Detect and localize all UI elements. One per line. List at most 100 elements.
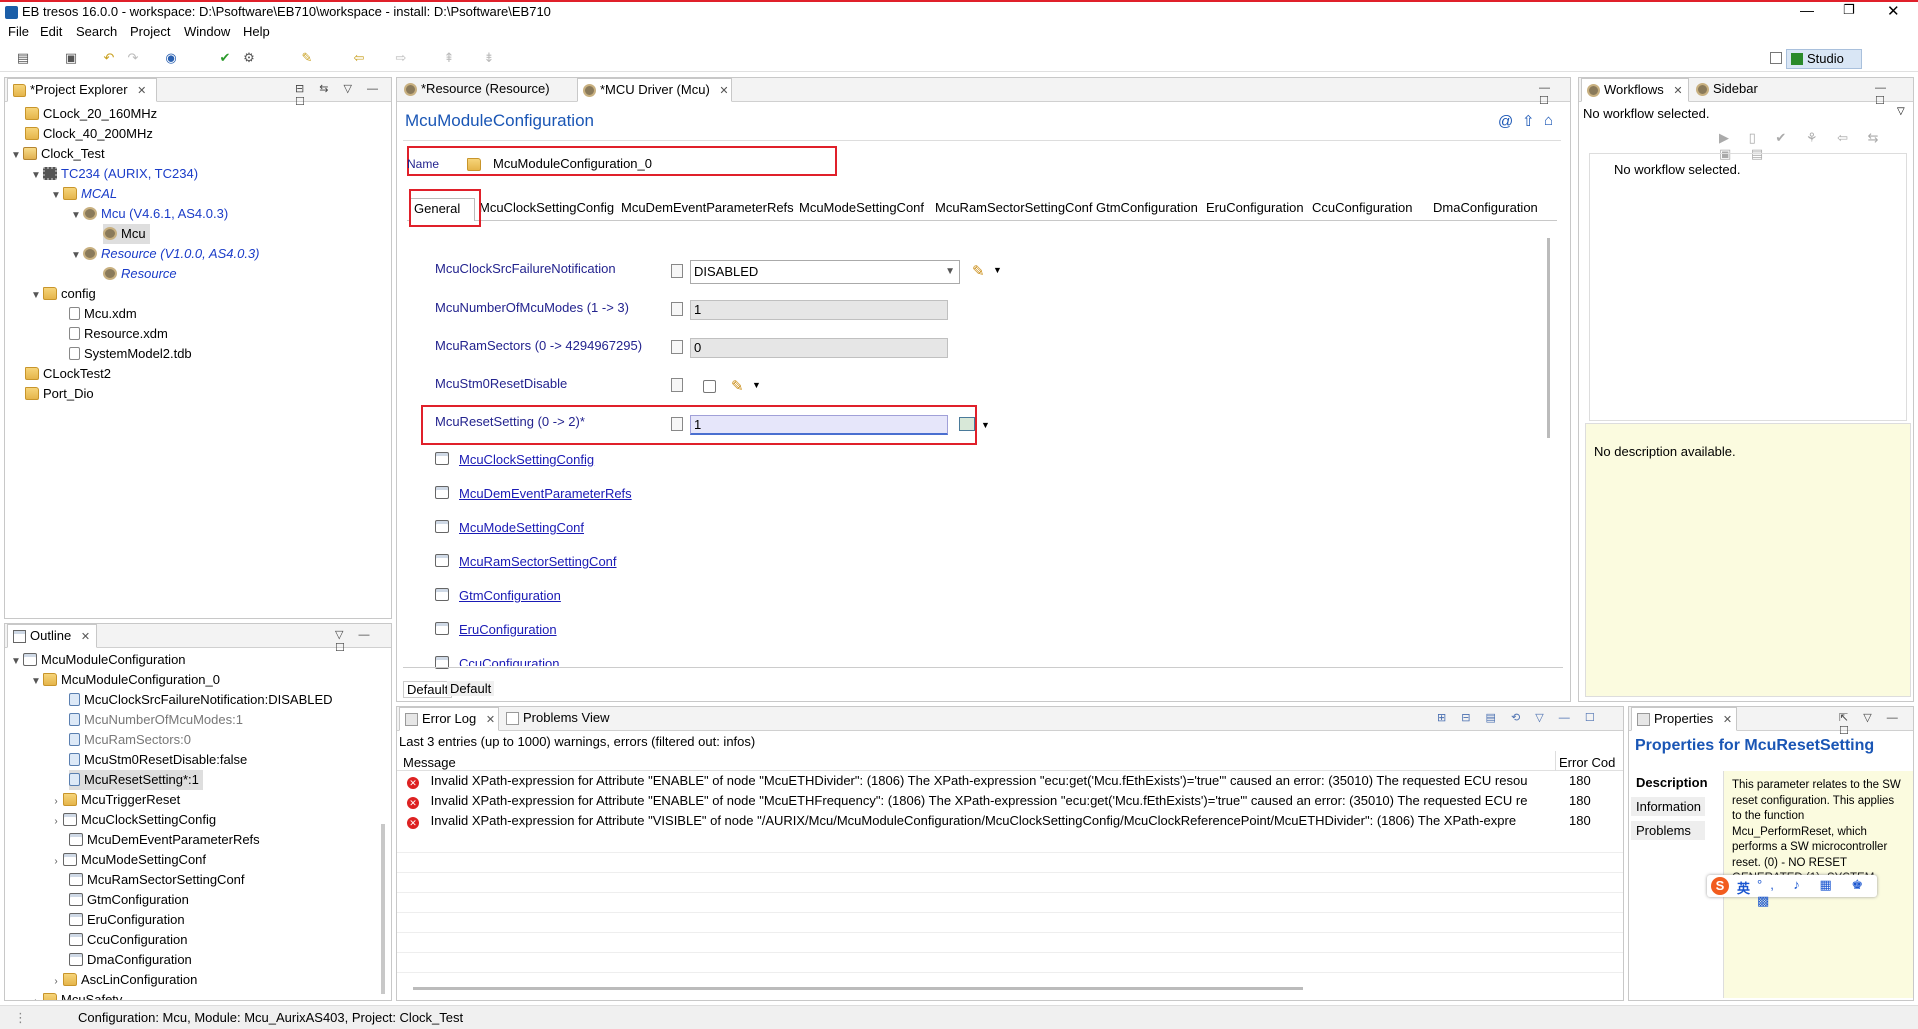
tab-resource[interactable]: *Resource (Resource) (399, 78, 574, 102)
menu-project[interactable]: Project (130, 24, 170, 39)
outline-item[interactable]: › McuSafety (29, 990, 122, 1000)
close-tab-icon[interactable]: ✕ (1673, 85, 1682, 97)
expand-icon[interactable]: › (49, 972, 63, 992)
reset-setting-input[interactable]: 1 (690, 415, 948, 435)
link-eru[interactable]: EruConfiguration (459, 622, 557, 637)
outline-item[interactable]: › McuClockSettingConfig (49, 810, 216, 830)
close-tab-icon[interactable]: ✕ (719, 85, 728, 97)
expand-icon[interactable]: ▼ (29, 166, 43, 186)
generate-icon[interactable]: ✔ (216, 49, 234, 67)
outline-item[interactable]: McuNumberOfMcuModes:1 (69, 710, 243, 730)
close-tab-icon[interactable]: ✕ (137, 85, 146, 97)
expand-icon[interactable]: ▼ (9, 652, 23, 672)
link-gtm[interactable]: GtmConfiguration (459, 588, 561, 603)
tree-item[interactable]: ▼ TC234 (AURIX, TC234) (29, 164, 198, 184)
tree-item[interactable]: ▼ Clock_Test (9, 144, 105, 164)
globe-icon[interactable]: ◉ (162, 49, 180, 67)
pencil-icon[interactable]: ✎ (972, 262, 985, 280)
tree-item[interactable]: Mcu.xdm (69, 304, 137, 324)
tree-item[interactable]: CLockTest2 (25, 364, 111, 384)
editor-scrollbar[interactable] (1547, 238, 1550, 438)
back-icon[interactable]: ⇦ (350, 49, 368, 67)
tree-item[interactable]: Clock_40_200MHz (25, 124, 153, 144)
log-row[interactable]: ✕ Invalid XPath-expression for Attribute… (407, 793, 1617, 809)
tree-item[interactable]: ▼ Resource (V1.0.0, AS4.0.3) (69, 244, 259, 266)
maximize-icon[interactable]: ❐ (1843, 2, 1855, 18)
ime-tools-icon[interactable]: °, ♪ ▦ ♚ ▩ (1757, 877, 1877, 909)
tree-item[interactable]: CLock_20_160MHz (25, 104, 157, 124)
log-row[interactable]: ✕ Invalid XPath-expression for Attribute… (407, 773, 1617, 789)
menu-search[interactable]: Search (76, 24, 117, 39)
close-tab-icon[interactable]: ✕ (1723, 714, 1732, 726)
redo-icon[interactable]: ↷ (124, 49, 142, 67)
expand-icon[interactable]: ▼ (29, 286, 43, 306)
pencil-icon[interactable]: ✎ (731, 377, 744, 395)
tree-item[interactable]: Resource.xdm (69, 324, 168, 344)
tab-outline[interactable]: Outline ✕ (7, 624, 97, 648)
wand-icon[interactable]: ✎ (298, 49, 316, 67)
link-dem-event[interactable]: McuDemEventParameterRefs (459, 486, 632, 501)
tree-item[interactable]: ▼ Mcu (V4.6.1, AS4.0.3) (69, 204, 228, 224)
log-toolbar-icons[interactable]: ⊞ ⊟ ▤ ⟲ ▽ — ☐ (1437, 711, 1601, 724)
outline-item[interactable]: › AscLinConfiguration (49, 970, 197, 990)
outline-item[interactable]: DmaConfiguration (69, 950, 192, 970)
undo-icon[interactable]: ↶ (100, 49, 118, 67)
num-modes-input[interactable]: 1 (690, 300, 948, 320)
subtab-dma[interactable]: DmaConfiguration (1433, 200, 1538, 215)
subtab-eru[interactable]: EruConfiguration (1206, 200, 1304, 215)
tree-item[interactable]: ▼ config (29, 284, 96, 304)
log-row[interactable]: ✕ Invalid XPath-expression for Attribute… (407, 813, 1617, 829)
tab-problems-view[interactable]: Problems View (501, 707, 621, 731)
dropdown-arrow-icon[interactable]: ▼ (981, 420, 990, 430)
clock-src-select[interactable]: DISABLED ▼ (690, 260, 960, 284)
up-icon[interactable]: ⇧ (1522, 112, 1535, 130)
save-icon[interactable]: ▣ (62, 49, 80, 67)
outline-item[interactable]: CcuConfiguration (69, 930, 187, 950)
link-ram-sector[interactable]: McuRamSectorSettingConf (459, 554, 617, 569)
new-icon[interactable]: ▤ (14, 49, 32, 67)
expand-icon[interactable]: ▼ (9, 146, 23, 166)
tree-item[interactable]: ▼ MCAL (49, 184, 117, 204)
menu-file[interactable]: File (8, 24, 29, 39)
subtab-dem[interactable]: McuDemEventParameterRefs (621, 200, 794, 215)
expand-icon[interactable]: › (49, 852, 63, 872)
nav-next-icon[interactable]: ⇟ (480, 49, 498, 67)
tab-workflows[interactable]: Workflows ✕ (1581, 78, 1689, 102)
tab-error-log[interactable]: Error Log ✕ (399, 707, 499, 731)
expand-icon[interactable]: ▼ (69, 246, 83, 266)
subtab-ccu[interactable]: CcuConfiguration (1312, 200, 1412, 215)
outline-item[interactable]: › McuModeSettingConf (49, 850, 206, 870)
view-menu-icon[interactable]: — ☐ (1875, 82, 1913, 107)
expand-icon[interactable]: ▼ (69, 206, 83, 226)
minimize-icon[interactable]: — (1800, 2, 1814, 18)
tab-mcu-driver[interactable]: *MCU Driver (Mcu) ✕ (577, 78, 732, 102)
name-input[interactable]: McuModuleConfiguration_0 (493, 156, 793, 171)
menu-help[interactable]: Help (243, 24, 270, 39)
tab-project-explorer[interactable]: *Project Explorer ✕ (7, 78, 157, 102)
expand-icon[interactable]: › (49, 812, 63, 832)
log-hscrollbar[interactable] (413, 987, 1303, 990)
stm0-checkbox[interactable] (703, 380, 716, 393)
outline-item-selected[interactable]: McuResetSetting*:1 (69, 770, 203, 790)
view-menu-icon[interactable]: ▽ — ☐ (335, 628, 391, 654)
outline-item[interactable]: McuStm0ResetDisable:false (69, 750, 247, 770)
tree-item[interactable]: SystemModel2.tdb (69, 344, 192, 364)
close-icon[interactable]: ✕ (1887, 2, 1900, 20)
tree-item[interactable]: Resource (103, 264, 177, 284)
outline-item[interactable]: McuRamSectorSettingConf (69, 870, 245, 890)
subtab-mode[interactable]: McuModeSettingConf (799, 200, 924, 215)
outline-item[interactable]: › McuTriggerReset (49, 790, 180, 810)
outline-item[interactable]: McuClockSrcFailureNotification:DISABLED (69, 690, 333, 710)
build-icon[interactable]: ⚙ (240, 49, 258, 67)
dropdown-arrow-icon[interactable]: ▼ (993, 265, 1002, 275)
menu-window[interactable]: Window (184, 24, 230, 39)
tab-sidebar[interactable]: Sidebar (1691, 78, 1771, 102)
expand-icon[interactable]: › (29, 992, 43, 1000)
expand-icon[interactable]: › (49, 792, 63, 812)
link-mode-setting[interactable]: McuModeSettingConf (459, 520, 584, 535)
view-menu-icon[interactable]: ⇱ ▽ — ☐ (1839, 711, 1913, 737)
col-error-code[interactable]: Error Cod (1559, 755, 1615, 770)
subtab-ram[interactable]: McuRamSectorSettingConf (935, 200, 1093, 215)
home-icon[interactable]: ⌂ (1544, 112, 1553, 129)
outline-scrollbar[interactable] (381, 824, 385, 994)
